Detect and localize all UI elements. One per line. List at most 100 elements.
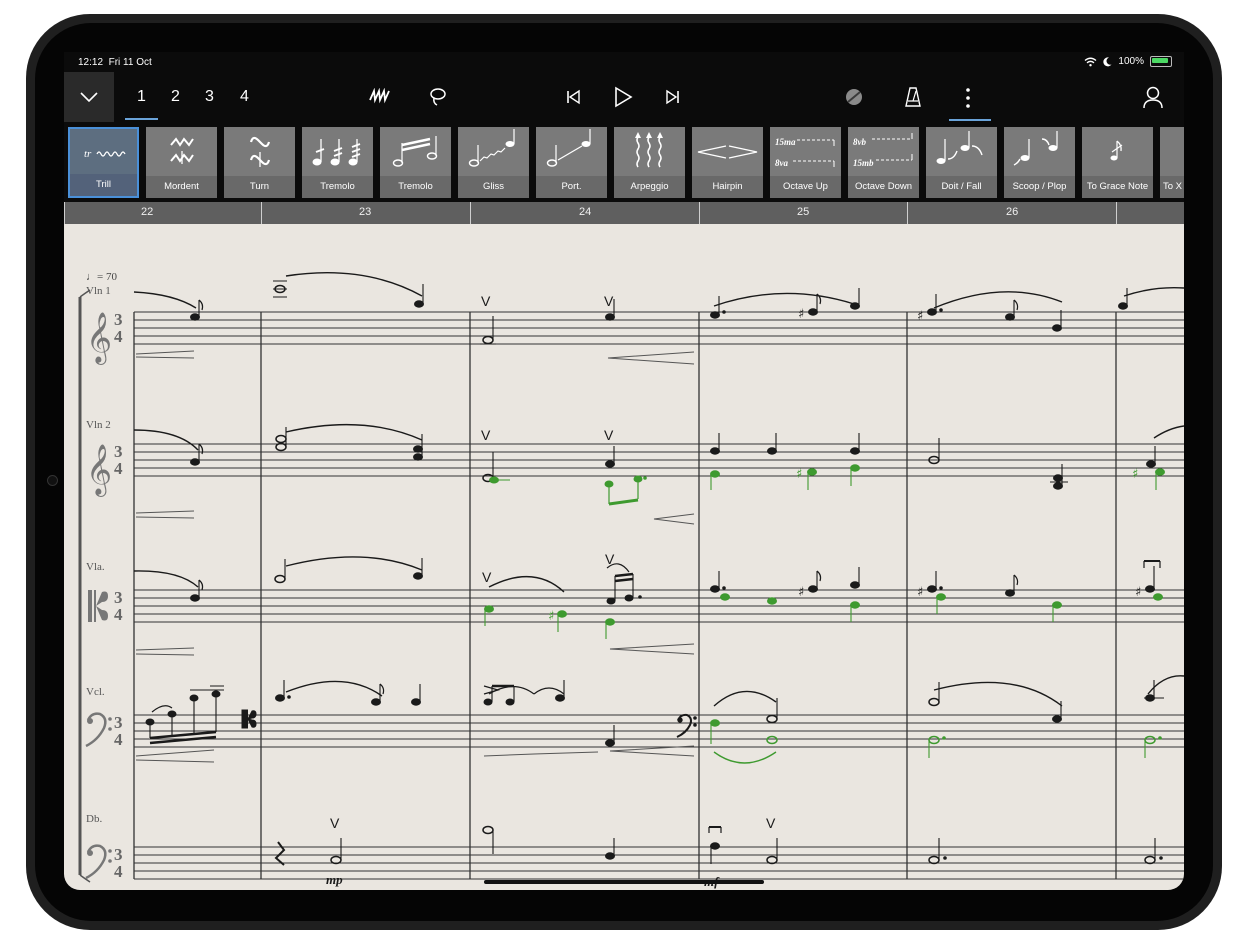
bar-number-26[interactable]: 26	[907, 202, 1117, 224]
grace-note-glyph	[1082, 127, 1153, 176]
mordent-glyph	[146, 127, 217, 176]
svg-text:4: 4	[114, 327, 123, 346]
record-disc-icon[interactable]	[844, 87, 864, 107]
instrument-name-vla: Vla.	[86, 561, 105, 573]
cello-bass-clef-change	[676, 713, 697, 738]
svg-text:♯: ♯	[798, 585, 804, 600]
more-active-indicator	[949, 119, 991, 121]
tempo-marking: ♩= 70	[86, 271, 117, 283]
palette-gliss[interactable]: Gliss	[458, 127, 529, 198]
play-icon[interactable]	[612, 85, 634, 109]
chevron-down-icon	[80, 92, 98, 103]
bar-number-27[interactable]	[1116, 202, 1184, 224]
hairpin-glyph	[692, 127, 763, 176]
alto-clef-vla	[88, 590, 108, 622]
palette-to-grace-note[interactable]: To Grace Note	[1082, 127, 1153, 198]
wifi-icon	[1084, 57, 1097, 66]
svg-text:4: 4	[114, 730, 123, 749]
svg-text:V: V	[481, 427, 491, 443]
bar-number-22[interactable]: 22	[64, 202, 262, 224]
vla-notes[interactable]: V V ♯ ♯ ♯	[133, 551, 1161, 656]
score-page[interactable]: ♩= 70 Vln 1 Vln 2 Vla. Vcl. Db. 𝄞 𝄞 3 4 …	[64, 224, 1184, 890]
instrument-name-vln1: Vln 1	[86, 285, 111, 297]
palette-to-x[interactable]: To X	[1160, 127, 1184, 198]
skip-back-icon[interactable]	[564, 88, 582, 106]
svg-text:15ma: 15ma	[775, 137, 796, 147]
palette-scoop-plop[interactable]: Scoop / Plop	[1004, 127, 1075, 198]
svg-text:4: 4	[114, 862, 123, 881]
staff-violin-1[interactable]	[133, 311, 1184, 345]
palette-doit-fall[interactable]: Doit / Fall	[926, 127, 997, 198]
dynamic-mp: mp	[326, 872, 343, 887]
battery-icon	[1150, 56, 1172, 67]
bar-ruler[interactable]: 22 23 24 25 26	[64, 202, 1184, 224]
layout-tab-4[interactable]: 4	[240, 88, 249, 106]
score-svg[interactable]: ♩= 70 Vln 1 Vln 2 Vla. Vcl. Db. 𝄞 𝄞 34 3…	[64, 224, 1184, 890]
palette-portamento[interactable]: Port.	[536, 127, 607, 198]
clefs: 𝄞 𝄞	[85, 312, 112, 880]
svg-text:♯: ♯	[796, 467, 802, 482]
octave-down-glyph: 8vb 15mb	[848, 127, 919, 176]
doit-fall-glyph	[926, 127, 997, 176]
svg-text:♯: ♯	[1135, 585, 1141, 600]
palette-octave-down[interactable]: 8vb 15mb Octave Down	[848, 127, 919, 198]
notation-palette: tr Trill Mordent Turn Tremolo Tremolo Gl…	[64, 124, 1184, 200]
gliss-glyph	[458, 127, 529, 176]
metronome-icon[interactable]	[904, 86, 922, 108]
svg-text:8va: 8va	[775, 158, 788, 168]
svg-text:♯: ♯	[548, 609, 554, 624]
db-notes[interactable]: V mp V mf	[274, 815, 1163, 889]
svg-text:♯: ♯	[917, 585, 923, 600]
user-icon[interactable]	[1142, 85, 1164, 109]
layout-tab-1[interactable]: 1	[125, 88, 158, 120]
collapse-button[interactable]	[64, 72, 114, 122]
staff-viola[interactable]	[133, 589, 1184, 623]
svg-text:♯: ♯	[917, 309, 923, 324]
home-indicator[interactable]	[484, 880, 764, 884]
more-vertical-icon[interactable]	[963, 85, 973, 111]
staff-violin-2[interactable]	[133, 443, 1184, 477]
camera-dot	[47, 475, 58, 486]
layout-tab-3[interactable]: 3	[205, 88, 214, 106]
svg-text:V: V	[482, 569, 492, 585]
scoop-plop-glyph	[1004, 127, 1075, 176]
svg-text:V: V	[330, 815, 340, 831]
palette-tremolo-double[interactable]: Tremolo	[380, 127, 451, 198]
vcl-green-notes[interactable]	[710, 719, 1162, 764]
bar-number-25[interactable]: 25	[699, 202, 908, 224]
staff-double-bass[interactable]	[133, 846, 1184, 880]
svg-text:♯: ♯	[798, 307, 804, 322]
skip-forward-icon[interactable]	[664, 88, 682, 106]
layout-tab-2[interactable]: 2	[171, 88, 180, 106]
bar-number-23[interactable]: 23	[261, 202, 471, 224]
squiggle-icon[interactable]	[368, 88, 392, 104]
vln1-notes[interactable]: V V ♯ ♯	[133, 272, 1184, 365]
tremolo-double-glyph	[380, 127, 451, 176]
palette-arpeggio[interactable]: Arpeggio	[614, 127, 685, 198]
palette-turn[interactable]: Turn	[224, 127, 295, 198]
trill-glyph: tr	[70, 129, 137, 178]
staff-cello[interactable]	[133, 714, 1184, 748]
vla-green-notes[interactable]: ♯	[484, 593, 1163, 639]
to-x-glyph	[1160, 127, 1184, 176]
svg-text:V: V	[604, 427, 614, 443]
palette-octave-up[interactable]: 15ma 8va Octave Up	[770, 127, 841, 198]
lasso-icon[interactable]	[428, 86, 448, 108]
vln2-notes[interactable]: V V	[133, 423, 1184, 525]
instrument-name-vln2: Vln 2	[86, 419, 111, 431]
palette-hairpin[interactable]: Hairpin	[692, 127, 763, 198]
vln2-green-notes[interactable]: ♯ ♯	[489, 464, 1165, 506]
tremolo-single-glyph	[302, 127, 373, 176]
palette-trill[interactable]: tr Trill	[68, 127, 139, 198]
palette-mordent[interactable]: Mordent	[146, 127, 217, 198]
bass-clef-vcl	[85, 712, 112, 748]
vcl-notes[interactable]	[135, 675, 1184, 763]
turn-glyph	[224, 127, 295, 176]
svg-text:♯: ♯	[1132, 467, 1138, 482]
status-right: 100%	[1084, 56, 1172, 67]
palette-tremolo-single[interactable]: Tremolo	[302, 127, 373, 198]
treble-clef-vln2: 𝄞	[86, 444, 112, 497]
svg-text:V: V	[766, 815, 776, 831]
bar-number-24[interactable]: 24	[470, 202, 700, 224]
svg-text:tr: tr	[84, 148, 92, 160]
